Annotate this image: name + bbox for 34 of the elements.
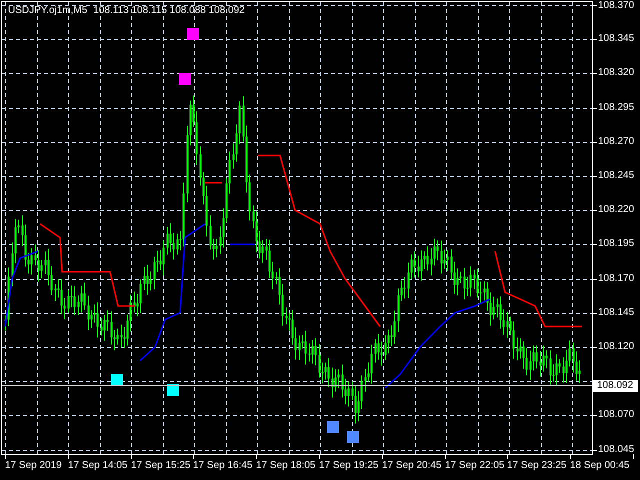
price-axis-label: 108.195 xyxy=(598,238,634,250)
signal-marker xyxy=(187,28,199,40)
signal-marker xyxy=(167,384,179,396)
time-axis-label: 17 Sep 16:45 xyxy=(193,460,252,472)
price-axis-label: 108.370 xyxy=(598,0,634,12)
time-axis-label: 17 Sep 18:05 xyxy=(256,460,316,472)
price-axis-label: 108.070 xyxy=(598,409,634,422)
signal-marker xyxy=(327,421,339,433)
price-axis-label: 108.120 xyxy=(598,341,634,353)
time-axis-label: 17 Sep 2019 xyxy=(5,460,62,472)
ohlc-values: 108.113 108.115 108.088 108.092 xyxy=(93,5,245,17)
price-axis-label: 108.345 xyxy=(598,33,634,46)
signal-marker xyxy=(347,431,359,443)
price-axis-label: 108.295 xyxy=(598,102,634,114)
price-axis-label: 108.045 xyxy=(598,444,634,456)
price-axis-label: 108.320 xyxy=(598,67,634,80)
time-axis-label: 18 Sep 00:45 xyxy=(570,460,630,472)
indicator-line xyxy=(205,182,222,184)
symbol-label: USDJPY.oj1m,M5 xyxy=(8,5,88,17)
time-axis-label: 17 Sep 14:05 xyxy=(68,460,128,472)
time-axis-label: 17 Sep 19:25 xyxy=(319,460,378,472)
signal-marker xyxy=(179,73,191,85)
signal-marker xyxy=(111,374,123,386)
current-price-label: 108.092 xyxy=(593,380,638,392)
time-axis-label: 17 Sep 15:25 xyxy=(131,460,190,472)
price-axis-label: 108.145 xyxy=(598,306,634,319)
time-axis-label: 17 Sep 20:45 xyxy=(382,460,442,472)
time-axis-label: 17 Sep 23:25 xyxy=(507,460,566,472)
price-axis-label: 108.220 xyxy=(598,204,634,216)
price-axis-label: 108.245 xyxy=(598,170,634,182)
price-axis-label: 108.270 xyxy=(598,136,634,148)
indicator-line xyxy=(230,244,255,246)
time-axis-label: 17 Sep 22:05 xyxy=(445,460,504,472)
price-axis-label: 108.170 xyxy=(598,272,634,285)
